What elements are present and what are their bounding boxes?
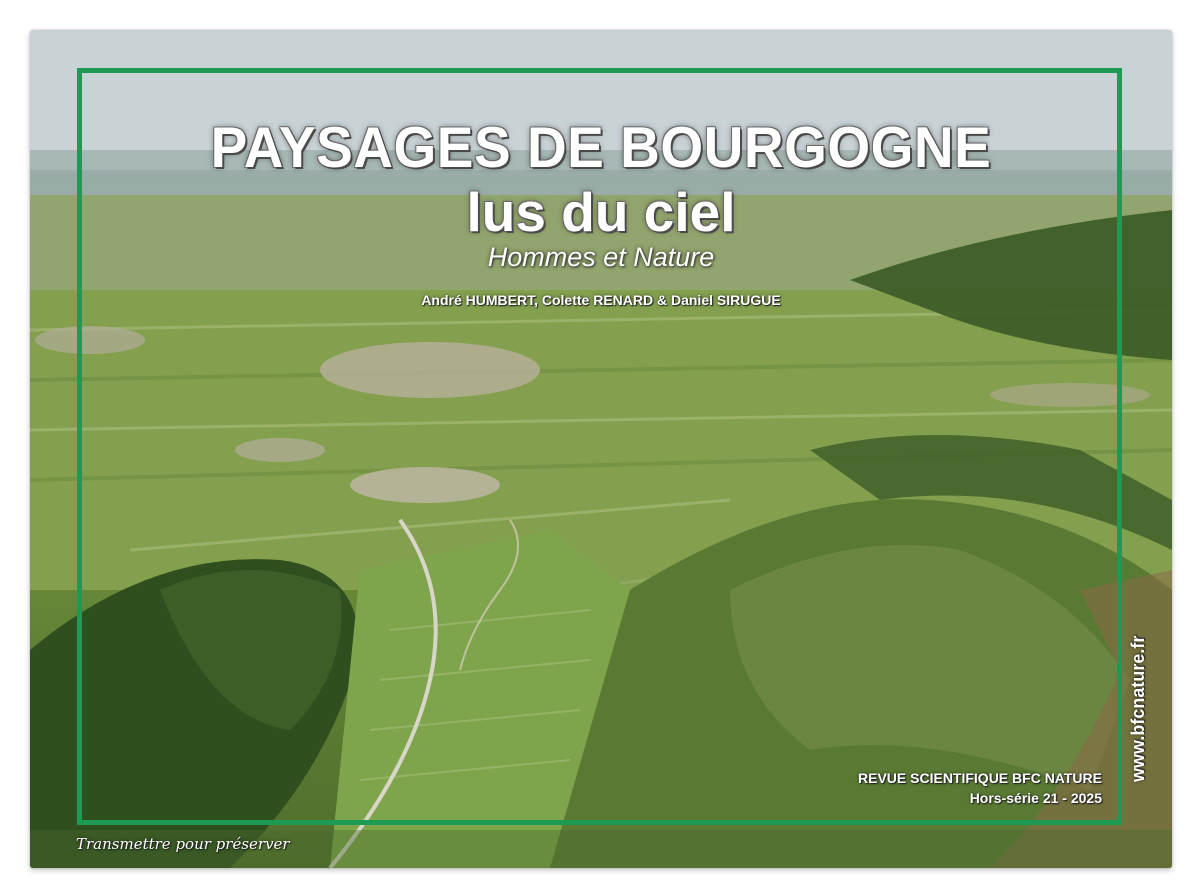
cover-subtitle: Hommes et Nature bbox=[487, 242, 715, 272]
revue-issue: Hors-série 21 - 2025 bbox=[969, 790, 1102, 806]
cover-title-line2: lus du ciel bbox=[466, 181, 736, 243]
book-cover: PAYSAGES DE BOURGOGNE lus du ciel Hommes… bbox=[30, 30, 1172, 868]
revue-title: REVUE SCIENTIFIQUE BFC NATURE bbox=[858, 770, 1102, 786]
website-url: www.bfcnature.fr bbox=[1128, 635, 1148, 782]
cover-title: PAYSAGES DE BOURGOGNE bbox=[210, 114, 992, 180]
page: PAYSAGES DE BOURGOGNE lus du ciel Hommes… bbox=[0, 0, 1200, 887]
authors: André HUMBERT, Colette RENARD & Daniel S… bbox=[421, 292, 781, 308]
revue-label: REVUE SCIENTIFIQUE BFC NATURE Hors-série… bbox=[858, 768, 1102, 808]
tagline: Transmettre pour préserver bbox=[76, 835, 290, 853]
